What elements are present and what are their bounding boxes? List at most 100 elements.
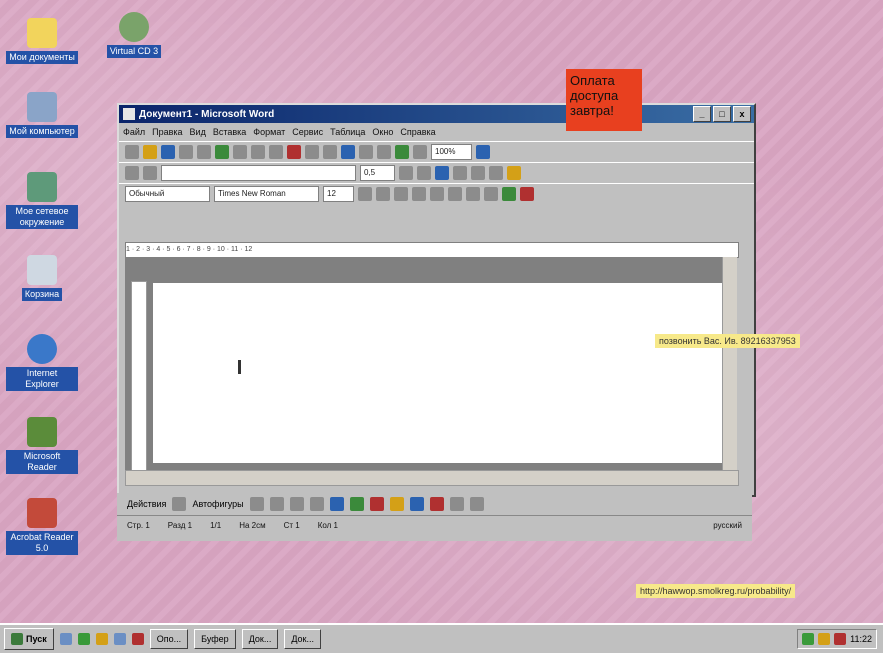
horizontal-scrollbar[interactable]	[125, 470, 739, 486]
align-left-icon[interactable]	[412, 187, 426, 201]
desktop-icon-microsoft-reader[interactable]: Microsoft Reader	[6, 417, 78, 474]
shadow-icon[interactable]	[469, 497, 484, 511]
autoformat-icon[interactable]	[507, 166, 521, 180]
tray-network-icon[interactable]	[802, 633, 815, 645]
split-cells-icon[interactable]	[471, 166, 485, 180]
clipart-icon[interactable]	[369, 497, 384, 511]
spelling-icon[interactable]	[215, 145, 229, 159]
line-icon[interactable]	[249, 497, 264, 511]
desktop-icon-acrobat-reader[interactable]: Acrobat Reader 5.0	[6, 498, 78, 555]
save-icon[interactable]	[161, 145, 175, 159]
minimize-button[interactable]: _	[693, 106, 711, 122]
hyperlink-icon[interactable]	[341, 145, 355, 159]
justify-icon[interactable]	[466, 187, 480, 201]
merge-cells-icon[interactable]	[453, 166, 467, 180]
font-color-icon[interactable]	[520, 187, 534, 201]
menu-view[interactable]: Вид	[190, 127, 206, 137]
horizontal-ruler[interactable]: 1 · 2 · 3 · 4 · 5 · 6 · 7 · 8 · 9 · 10 ·…	[125, 242, 739, 258]
autoshapes-menu[interactable]: Автофигуры	[192, 499, 243, 509]
title-bar[interactable]: Документ1 - Microsoft Word _ □ x	[119, 105, 754, 123]
textbox-icon[interactable]	[329, 497, 344, 511]
font-size-select[interactable]: 12	[323, 186, 354, 202]
fill-color-icon[interactable]	[389, 497, 404, 511]
quicklaunch-desktop-icon[interactable]	[77, 633, 90, 645]
align-icon[interactable]	[489, 166, 503, 180]
taskbar-button-1[interactable]: Опо...	[149, 629, 189, 649]
align-center-icon[interactable]	[430, 187, 444, 201]
paste-icon[interactable]	[269, 145, 283, 159]
shading-color-icon[interactable]	[435, 166, 449, 180]
close-button[interactable]: x	[733, 106, 751, 122]
wordart-icon[interactable]	[349, 497, 364, 511]
bullets-icon[interactable]	[484, 187, 498, 201]
line-color-icon[interactable]	[409, 497, 424, 511]
select-objects-icon[interactable]	[172, 497, 187, 511]
desktop-icon-my-documents[interactable]: Мои документы	[6, 18, 78, 64]
yellow-note-phone[interactable]: позвонить Вас. Ив. 89216337953	[655, 334, 800, 348]
insert-table-icon[interactable]	[377, 145, 391, 159]
word-window[interactable]: Документ1 - Microsoft Word _ □ x Файл Пр…	[117, 103, 756, 497]
menu-table[interactable]: Таблица	[330, 127, 365, 137]
maximize-button[interactable]: □	[713, 106, 731, 122]
menu-tools[interactable]: Сервис	[292, 127, 323, 137]
quicklaunch-ie-icon[interactable]	[59, 633, 72, 645]
highlight-icon[interactable]	[502, 187, 516, 201]
desktop-icon-my-computer[interactable]: Мой компьютер	[6, 92, 78, 138]
line-style-select[interactable]	[161, 165, 356, 181]
format-painter-icon[interactable]	[287, 145, 301, 159]
italic-icon[interactable]	[376, 187, 390, 201]
desktop-icon-recycle-bin[interactable]: Корзина	[6, 255, 78, 301]
red-sticky-note[interactable]: Оплата доступа завтра!	[566, 69, 642, 131]
bold-icon[interactable]	[358, 187, 372, 201]
outside-border-icon[interactable]	[417, 166, 431, 180]
quicklaunch-word-icon[interactable]	[113, 633, 126, 645]
cut-icon[interactable]	[233, 145, 247, 159]
menu-format[interactable]: Формат	[253, 127, 285, 137]
tables-borders-icon[interactable]	[359, 145, 373, 159]
copy-icon[interactable]	[251, 145, 265, 159]
taskbar-button-4[interactable]: Док...	[284, 629, 321, 649]
line-weight-select[interactable]: 0,5	[360, 165, 395, 181]
open-folder-icon[interactable]	[143, 145, 157, 159]
menu-edit[interactable]: Правка	[152, 127, 182, 137]
menu-window[interactable]: Окно	[372, 127, 393, 137]
arrow-icon[interactable]	[269, 497, 284, 511]
insert-excel-icon[interactable]	[395, 145, 409, 159]
desktop-icon-virtual-cd[interactable]: Virtual CD 3	[98, 12, 170, 58]
quicklaunch-excel-icon[interactable]	[131, 633, 144, 645]
font-select[interactable]: Times New Roman	[214, 186, 319, 202]
taskbar-button-2[interactable]: Буфер	[194, 629, 236, 649]
document-page[interactable]	[153, 283, 733, 463]
tray-volume-icon[interactable]	[818, 633, 831, 645]
rectangle-icon[interactable]	[289, 497, 304, 511]
align-right-icon[interactable]	[448, 187, 462, 201]
underline-icon[interactable]	[394, 187, 408, 201]
menu-insert[interactable]: Вставка	[213, 127, 246, 137]
help-icon[interactable]	[476, 145, 490, 159]
print-icon[interactable]	[179, 145, 193, 159]
quicklaunch-outlook-icon[interactable]	[95, 633, 108, 645]
show-formatting-icon[interactable]	[413, 145, 427, 159]
style-select[interactable]: Обычный	[125, 186, 210, 202]
undo-icon[interactable]	[305, 145, 319, 159]
oval-icon[interactable]	[309, 497, 324, 511]
eraser-icon[interactable]	[143, 166, 157, 180]
zoom-select[interactable]: 100%	[431, 144, 472, 160]
print-preview-icon[interactable]	[197, 145, 211, 159]
pen-icon[interactable]	[125, 166, 139, 180]
actions-menu[interactable]: Действия	[127, 499, 166, 509]
taskbar-button-3[interactable]: Док...	[241, 629, 279, 649]
desktop-icon-network[interactable]: Мое сетевое окружение	[6, 172, 78, 229]
new-document-icon[interactable]	[125, 145, 139, 159]
border-color-icon[interactable]	[399, 166, 413, 180]
start-button[interactable]: Пуск	[4, 628, 54, 650]
line-style-icon[interactable]	[449, 497, 464, 511]
redo-icon[interactable]	[323, 145, 337, 159]
tray-antivirus-icon[interactable]	[834, 633, 847, 645]
vertical-scrollbar[interactable]	[722, 257, 737, 475]
font-color-draw-icon[interactable]	[429, 497, 444, 511]
desktop-icon-internet-explorer[interactable]: Internet Explorer	[6, 334, 78, 391]
menu-file[interactable]: Файл	[123, 127, 145, 137]
menu-help[interactable]: Справка	[400, 127, 435, 137]
yellow-note-url[interactable]: http://hawwop.smolkreg.ru/probability/	[636, 584, 796, 598]
